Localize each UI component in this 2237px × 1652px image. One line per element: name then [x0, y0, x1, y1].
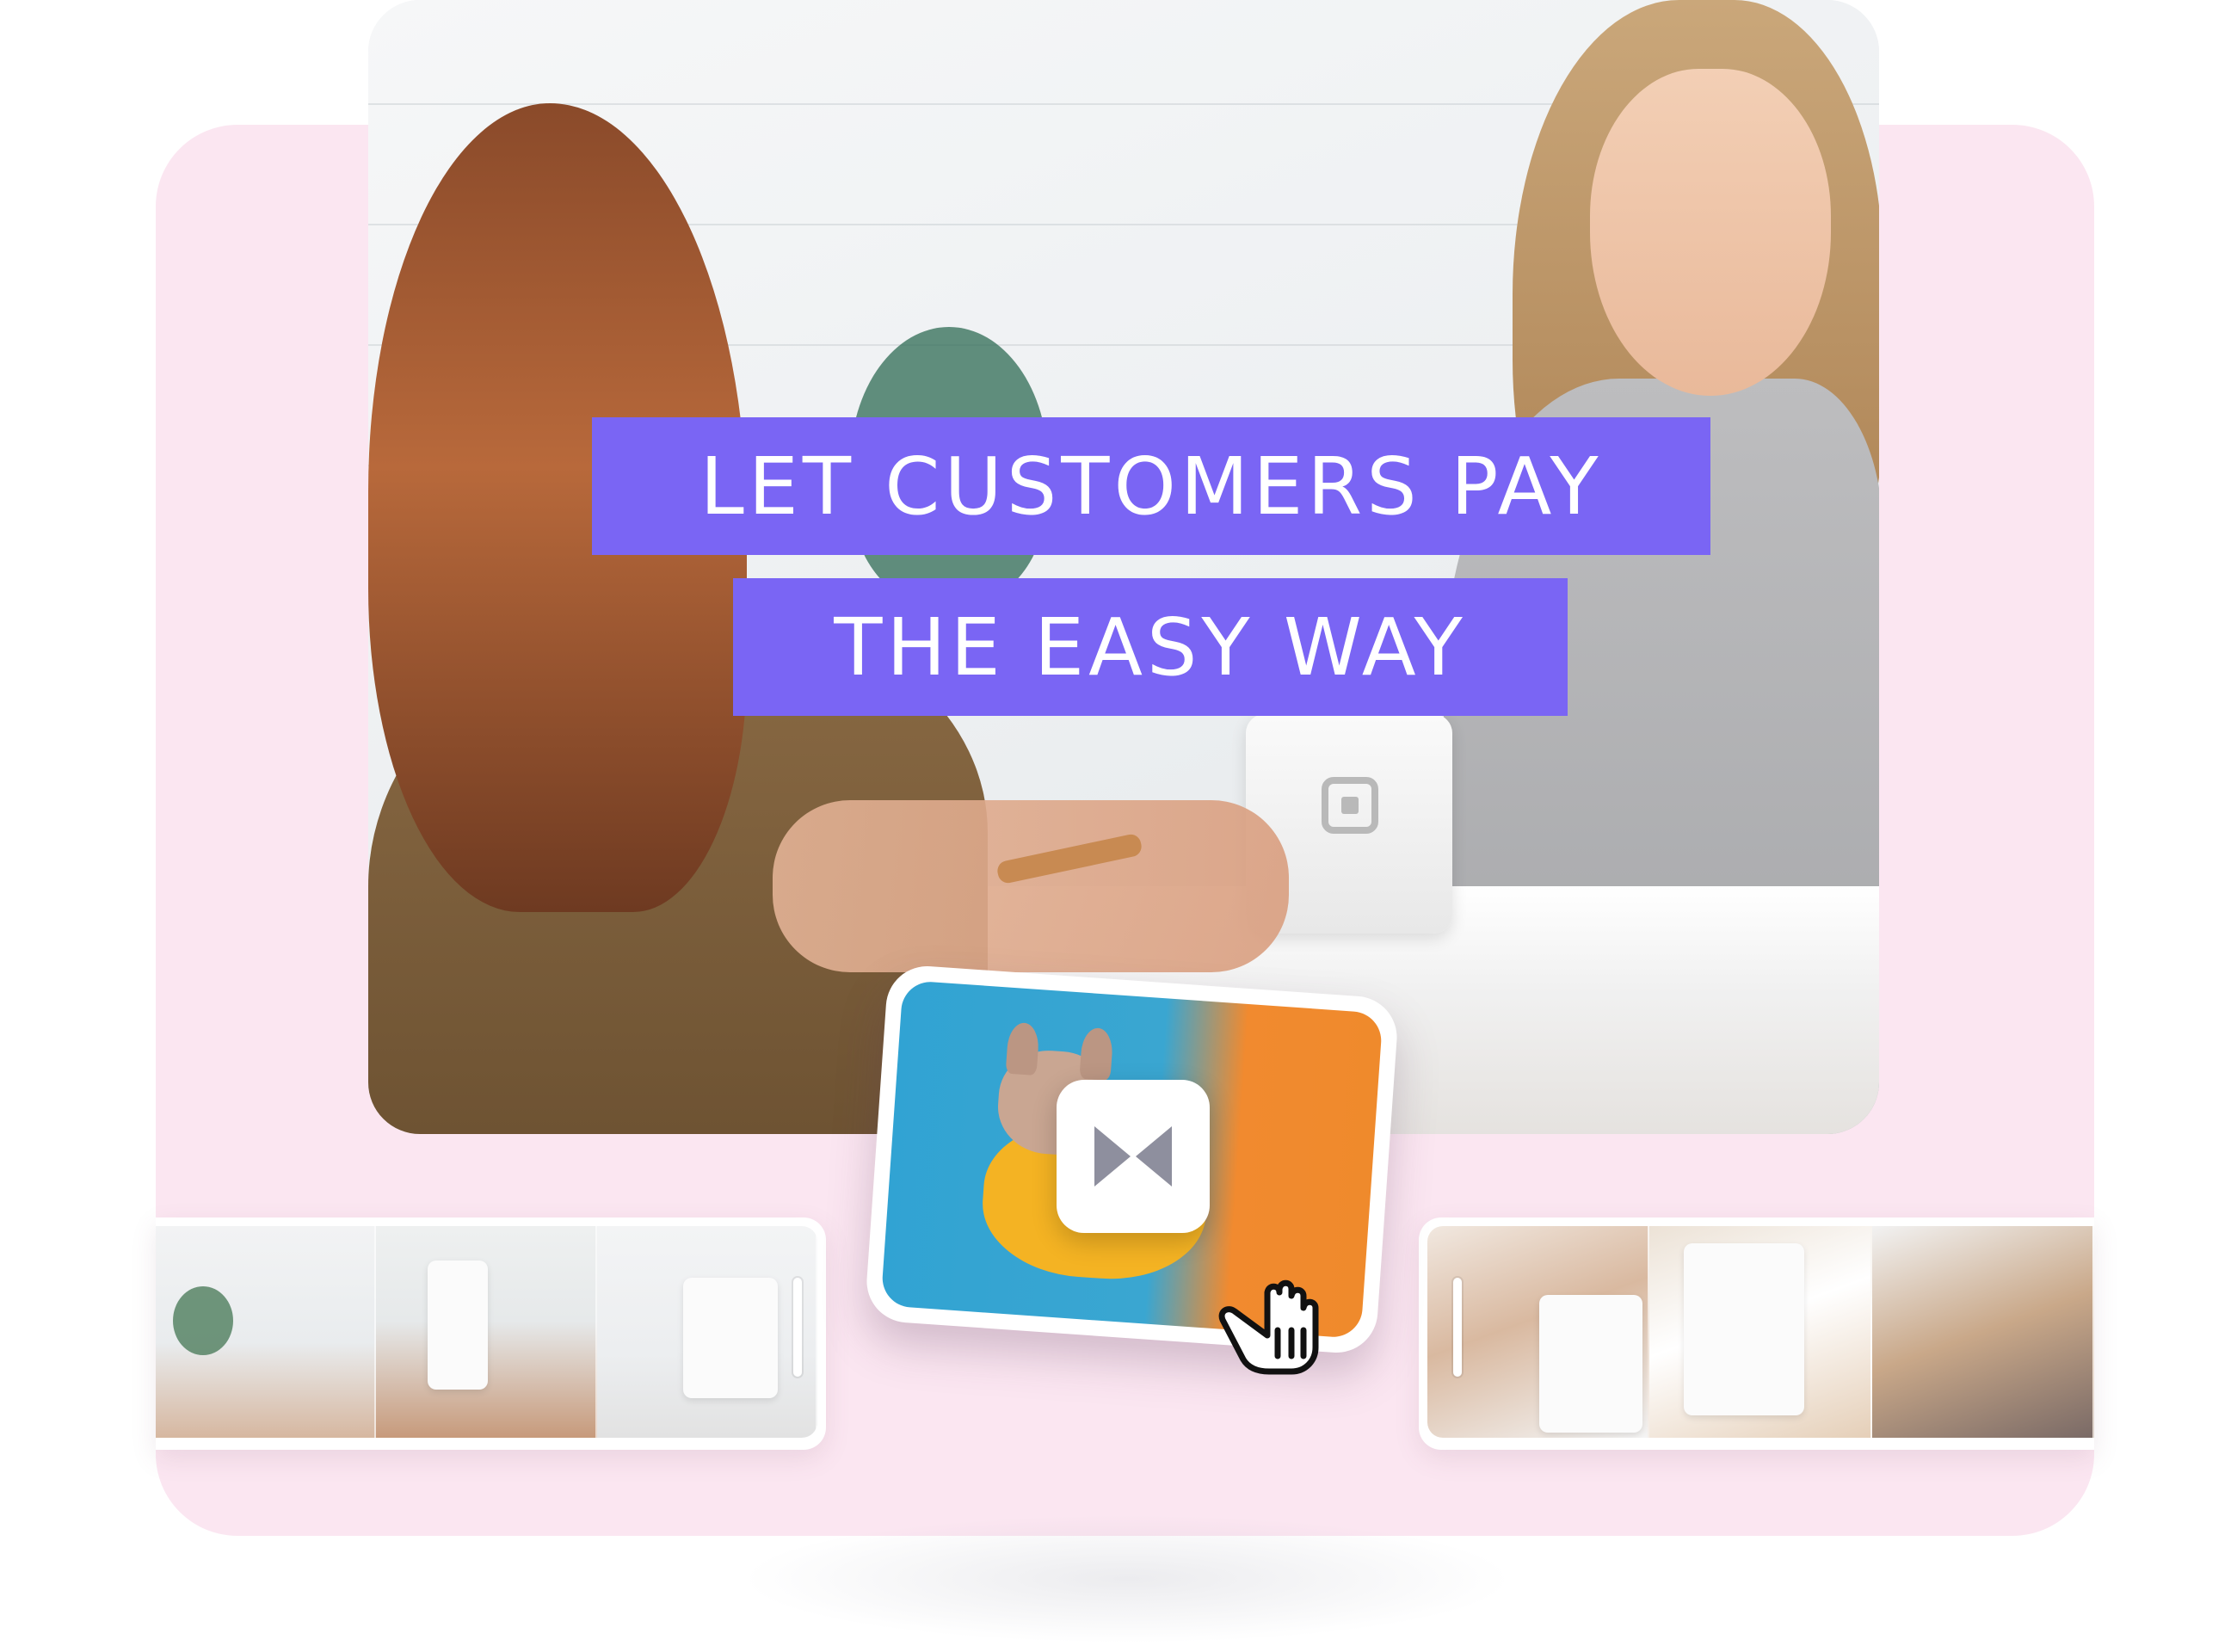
person-right-face: [1590, 69, 1831, 396]
headline-line-1-text: LET CUSTOMERS PAY: [699, 440, 1603, 533]
headline-line-2[interactable]: THE EASY WAY: [733, 578, 1568, 716]
frame-paper: [1539, 1295, 1642, 1433]
headline-line-2-text: THE EASY WAY: [834, 601, 1467, 693]
clip-frame: [1871, 1226, 2094, 1438]
clip-right-frames: [1427, 1226, 2094, 1438]
headline-line-1[interactable]: LET CUSTOMERS PAY: [592, 417, 1710, 555]
stage-shadow: [740, 1514, 1514, 1643]
clip-frame: [596, 1226, 817, 1438]
clip-left-frames: [156, 1226, 817, 1438]
timeline-clip-left[interactable]: [156, 1217, 826, 1450]
video-preview[interactable]: [368, 0, 1879, 1134]
clip-frame: [1649, 1226, 1872, 1438]
timeline-clip-right[interactable]: [1419, 1217, 2094, 1450]
dog-image-ear: [1005, 1021, 1040, 1076]
square-logo-icon: [1322, 777, 1378, 834]
frame-pos-terminal: [682, 1278, 778, 1398]
frame-paper: [1684, 1243, 1805, 1415]
clip-left-trim-handle[interactable]: [793, 1278, 802, 1377]
bowtie-transition-icon: [1094, 1126, 1172, 1187]
hands-image: [773, 800, 1289, 972]
clip-right-trim-handle[interactable]: [1453, 1278, 1462, 1377]
clip-frame: [156, 1226, 377, 1438]
dog-image-ear: [1079, 1026, 1114, 1082]
frame-bottle: [428, 1261, 489, 1390]
clip-frame: [376, 1226, 597, 1438]
frame-plant: [173, 1286, 233, 1355]
grab-hand-cursor-icon: [1218, 1279, 1319, 1375]
transition-button[interactable]: [1057, 1080, 1210, 1233]
